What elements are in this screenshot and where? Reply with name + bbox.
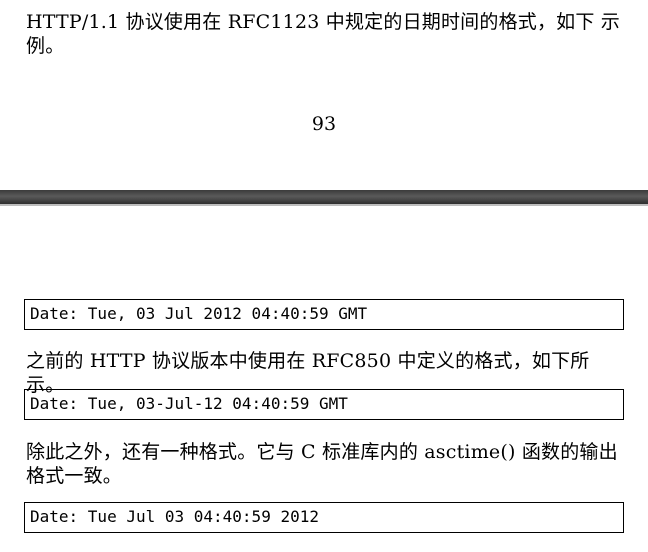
page-divider bbox=[0, 190, 648, 204]
asctime-paragraph: 除此之外，还有一种格式。它与 C 标准库内的 asctime() 函数的输出格式… bbox=[26, 441, 618, 487]
intro-paragraph: HTTP/1.1 协议使用在 RFC1123 中规定的日期时间的格式，如下 示例… bbox=[26, 11, 621, 57]
code-block-rfc850: Date: Tue, 03-Jul-12 04:40:59 GMT bbox=[24, 389, 624, 420]
code-block-asctime: Date: Tue Jul 03 04:40:59 2012 bbox=[24, 502, 624, 533]
page-divider-edge bbox=[0, 204, 648, 206]
code-block-rfc1123: Date: Tue, 03 Jul 2012 04:40:59 GMT bbox=[24, 299, 624, 330]
previous-page: HTTP/1.1 协议使用在 RFC1123 中规定的日期时间的格式，如下 示例… bbox=[0, 0, 648, 190]
page-number: 93 bbox=[311, 113, 337, 135]
